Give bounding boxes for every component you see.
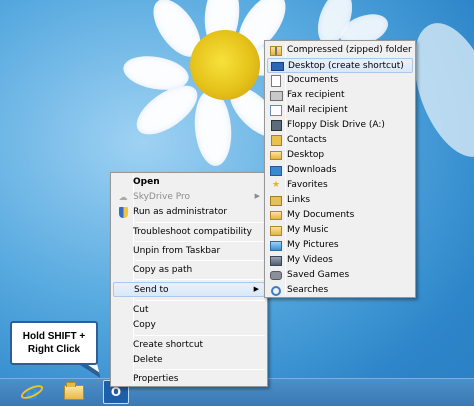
menu-item-label: Troubleshoot compatibility (133, 227, 252, 237)
menu-item-copy-as-path[interactable]: Copy as path (113, 263, 265, 278)
menu-item-label: Properties (133, 374, 179, 384)
menu-item-label: Delete (133, 355, 163, 365)
favorites-icon: ★ (271, 180, 281, 190)
menu-item-label: My Pictures (287, 240, 339, 250)
uac-shield-icon (115, 205, 131, 220)
folder-icon (64, 381, 84, 400)
send-to-floppy-disk-drive[interactable]: Floppy Disk Drive (A:) (267, 118, 413, 133)
send-to-desktop[interactable]: Desktop (267, 148, 413, 163)
send-to-my-videos[interactable]: My Videos (267, 253, 413, 268)
menu-item-run-as-administrator[interactable]: Run as administrator (113, 205, 265, 220)
contacts-icon (268, 133, 284, 148)
callout-line-2: Right Click (27, 344, 81, 355)
menu-separator (135, 260, 265, 261)
instruction-callout: Hold SHIFT + Right Click (10, 321, 98, 365)
menu-item-label: My Music (287, 225, 329, 235)
send-to-desktop-create-shortcut[interactable]: Desktop (create shortcut) (267, 58, 413, 73)
my-music-icon (268, 223, 284, 238)
menu-item-label: My Documents (287, 210, 355, 220)
outlook-icon: O (110, 385, 122, 399)
fax-icon (268, 88, 284, 103)
send-to-documents[interactable]: Documents (267, 73, 413, 88)
my-documents-icon (268, 208, 284, 223)
menu-separator (135, 335, 265, 336)
menu-item-label: Copy (133, 320, 156, 330)
send-to-fax-recipient[interactable]: Fax recipient (267, 88, 413, 103)
desktop-folder-icon (268, 148, 284, 163)
submenu-arrow-icon: ▶ (254, 192, 260, 200)
menu-item-label: Floppy Disk Drive (A:) (287, 120, 385, 130)
menu-separator (135, 300, 265, 301)
flower-center (190, 30, 260, 100)
send-to-downloads[interactable]: Downloads (267, 163, 413, 178)
menu-separator (135, 279, 265, 280)
internet-explorer-taskbar-button[interactable]: e (19, 380, 45, 404)
menu-item-label: Favorites (287, 180, 328, 190)
file-explorer-taskbar-button[interactable] (62, 381, 86, 403)
menu-item-delete[interactable]: Delete (113, 353, 265, 368)
send-to-submenu: Compressed (zipped) folder Desktop (crea… (264, 40, 416, 298)
submenu-arrow-icon: ▶ (253, 285, 259, 293)
menu-item-label: Desktop (create shortcut) (288, 61, 404, 71)
menu-item-label: Copy as path (133, 265, 193, 275)
menu-item-label: SkyDrive Pro (133, 192, 191, 202)
send-to-contacts[interactable]: Contacts (267, 133, 413, 148)
cloud-icon: ☁ (118, 192, 128, 203)
my-pictures-icon (268, 238, 284, 253)
flower-petal (191, 88, 235, 168)
taskbar-context-menu: Open ☁ SkyDrive Pro ▶ Run as administrat… (110, 172, 268, 387)
send-to-links[interactable]: Links (267, 193, 413, 208)
menu-item-label: Mail recipient (287, 105, 348, 115)
menu-item-skydrive-pro[interactable]: ☁ SkyDrive Pro ▶ (113, 190, 265, 205)
menu-item-label: Cut (133, 305, 149, 315)
menu-item-create-shortcut[interactable]: Create shortcut (113, 338, 265, 353)
send-to-compressed-folder[interactable]: Compressed (zipped) folder (267, 43, 413, 58)
menu-item-send-to[interactable]: Send to ▶ (113, 282, 265, 297)
menu-item-label: Saved Games (287, 270, 350, 280)
menu-item-label: Fax recipient (287, 90, 345, 100)
callout-line-1: Hold SHIFT + (22, 331, 86, 342)
desktop-icon (269, 59, 285, 74)
links-icon (268, 193, 284, 208)
send-to-saved-games[interactable]: Saved Games (267, 268, 413, 283)
menu-item-label: Searches (287, 285, 329, 295)
menu-item-label: Send to (134, 285, 169, 295)
menu-item-troubleshoot-compatibility[interactable]: Troubleshoot compatibility (113, 225, 265, 240)
menu-item-label: Documents (287, 75, 339, 85)
menu-item-label: Contacts (287, 135, 327, 145)
send-to-mail-recipient[interactable]: Mail recipient (267, 103, 413, 118)
send-to-my-music[interactable]: My Music (267, 223, 413, 238)
menu-separator (135, 369, 265, 370)
documents-icon (268, 73, 284, 88)
floppy-disk-icon (268, 118, 284, 133)
menu-item-label: Downloads (287, 165, 337, 175)
mail-icon (268, 103, 284, 118)
menu-item-cut[interactable]: Cut (113, 303, 265, 318)
menu-item-copy[interactable]: Copy (113, 318, 265, 333)
send-to-my-pictures[interactable]: My Pictures (267, 238, 413, 253)
menu-item-label: Create shortcut (133, 340, 204, 350)
send-to-favorites[interactable]: ★ Favorites (267, 178, 413, 193)
menu-item-label: Open (133, 177, 160, 187)
menu-item-properties[interactable]: Properties (113, 372, 265, 387)
menu-item-label: Run as administrator (133, 207, 228, 217)
menu-item-unpin-from-taskbar[interactable]: Unpin from Taskbar (113, 244, 265, 259)
searches-icon (268, 283, 284, 298)
menu-item-label: Links (287, 195, 311, 205)
menu-item-label: Compressed (zipped) folder (287, 45, 412, 55)
menu-item-label: Desktop (287, 150, 325, 160)
saved-games-icon (268, 268, 284, 283)
downloads-icon (268, 163, 284, 178)
menu-item-open[interactable]: Open (113, 175, 265, 190)
menu-separator (135, 241, 265, 242)
send-to-my-documents[interactable]: My Documents (267, 208, 413, 223)
menu-separator (135, 222, 265, 223)
my-videos-icon (268, 253, 284, 268)
menu-item-label: Unpin from Taskbar (133, 246, 221, 256)
menu-item-label: My Videos (287, 255, 333, 265)
send-to-searches[interactable]: Searches (267, 283, 413, 298)
zip-folder-icon (268, 43, 284, 58)
